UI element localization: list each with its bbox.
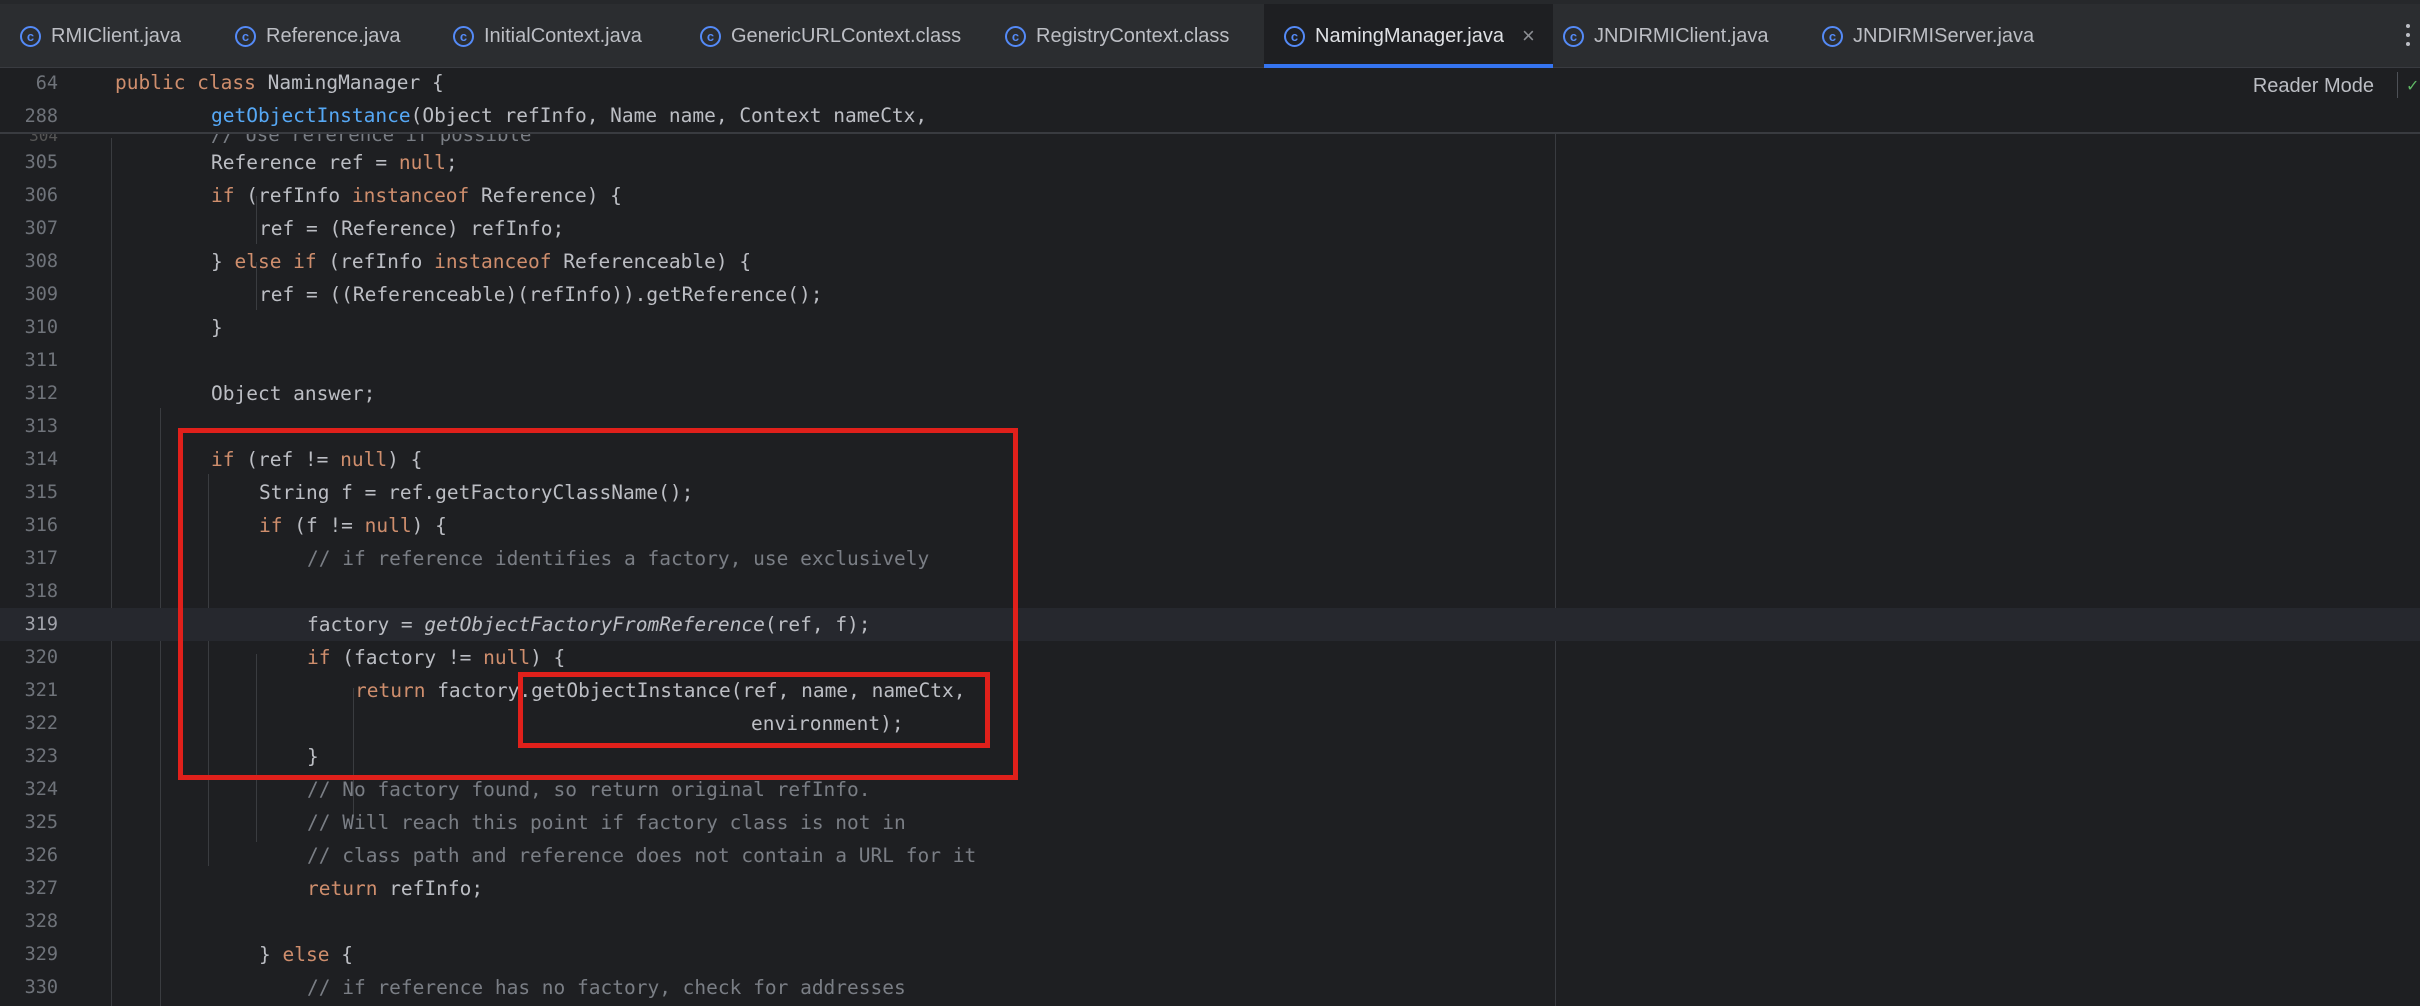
class-icon: c bbox=[20, 25, 41, 47]
line-number: 305 bbox=[24, 152, 58, 173]
tab-genericurlcontext[interactable]: c GenericURLContext.class bbox=[700, 4, 961, 68]
line-number: 319 bbox=[24, 614, 58, 635]
tab-jndirmiserver[interactable]: c JNDIRMIServer.java bbox=[1822, 4, 2034, 68]
code-text[interactable]: ref = (Reference) refInfo; bbox=[259, 217, 564, 240]
code-text[interactable]: } bbox=[211, 316, 223, 339]
close-icon[interactable]: × bbox=[1522, 23, 1535, 49]
line-number: 322 bbox=[24, 713, 58, 734]
sticky-scroll-header: 64 public class NamingManager { 288 getO… bbox=[0, 68, 2420, 134]
code-text[interactable]: Reference ref = null; bbox=[211, 151, 458, 174]
code-text[interactable]: if (refInfo instanceof Reference) { bbox=[211, 184, 622, 207]
line-number: 324 bbox=[24, 779, 58, 800]
code-line[interactable]: 326 // class path and reference does not… bbox=[0, 839, 2420, 872]
line-number: 64 bbox=[35, 73, 58, 94]
class-icon: c bbox=[700, 25, 721, 47]
toolbar-divider bbox=[2397, 72, 2398, 98]
class-icon: c bbox=[1822, 25, 1843, 47]
class-icon: c bbox=[1563, 25, 1584, 47]
line-number: 323 bbox=[24, 746, 58, 767]
code-line[interactable]: 308 } else if (refInfo instanceof Refere… bbox=[0, 245, 2420, 278]
line-number: 314 bbox=[24, 449, 58, 470]
sticky-line-method-signature[interactable]: getObjectInstance(Object refInfo, Name n… bbox=[211, 104, 927, 127]
code-text[interactable]: return refInfo; bbox=[307, 877, 483, 900]
tab-label: JNDIRMIClient.java bbox=[1594, 24, 1769, 47]
class-icon: c bbox=[1005, 25, 1026, 47]
code-line[interactable]: 307 ref = (Reference) refInfo; bbox=[0, 212, 2420, 245]
class-icon: c bbox=[453, 25, 474, 47]
tab-label: RegistryContext.class bbox=[1036, 24, 1230, 47]
more-options-icon[interactable] bbox=[2406, 24, 2412, 50]
code-text[interactable]: } else if (refInfo instanceof Referencea… bbox=[211, 250, 751, 273]
line-number: 308 bbox=[24, 251, 58, 272]
class-icon: c bbox=[1284, 25, 1305, 47]
line-number: 321 bbox=[24, 680, 58, 701]
line-number: 326 bbox=[24, 845, 58, 866]
code-line[interactable]: 306 if (refInfo instanceof Reference) { bbox=[0, 179, 2420, 212]
code-comment[interactable]: // class path and reference does not con… bbox=[307, 844, 976, 867]
code-text[interactable]: } else { bbox=[259, 943, 353, 966]
class-icon: c bbox=[235, 25, 256, 47]
code-text[interactable]: ref = ((Referenceable)(refInfo)).getRefe… bbox=[259, 283, 823, 306]
line-number: 316 bbox=[24, 515, 58, 536]
reader-mode-button[interactable]: Reader Mode bbox=[2253, 75, 2374, 98]
check-icon: ✓ bbox=[2406, 76, 2420, 95]
code-line[interactable]: 330 // if reference has no factory, chec… bbox=[0, 971, 2420, 1004]
tab-reference[interactable]: c Reference.java bbox=[235, 4, 401, 68]
tab-rmiclient[interactable]: c RMIClient.java bbox=[20, 4, 181, 68]
line-number: 311 bbox=[24, 350, 58, 371]
sticky-line-class-declaration[interactable]: public class NamingManager { bbox=[115, 71, 444, 94]
tab-jndirmiclient[interactable]: c JNDIRMIClient.java bbox=[1563, 4, 1768, 68]
line-number: 329 bbox=[24, 944, 58, 965]
line-number: 306 bbox=[24, 185, 58, 206]
tab-label: Reference.java bbox=[266, 24, 401, 47]
code-line[interactable]: 310 } bbox=[0, 311, 2420, 344]
annotation-box-inner bbox=[518, 672, 990, 748]
tab-label: GenericURLContext.class bbox=[731, 24, 962, 47]
tab-namingmanager[interactable]: c NamingManager.java × bbox=[1264, 4, 1553, 69]
code-line[interactable]: 305 Reference ref = null; bbox=[0, 146, 2420, 179]
tab-label: JNDIRMIServer.java bbox=[1853, 24, 2035, 47]
code-line[interactable]: 329 } else { bbox=[0, 938, 2420, 971]
line-number: 312 bbox=[24, 383, 58, 404]
tab-label: RMIClient.java bbox=[51, 24, 182, 47]
code-line[interactable]: 312 Object answer; bbox=[0, 377, 2420, 410]
code-line[interactable]: 325 // Will reach this point if factory … bbox=[0, 806, 2420, 839]
code-comment[interactable]: // No factory found, so return original … bbox=[307, 778, 871, 801]
line-number: 320 bbox=[24, 647, 58, 668]
line-number: 288 bbox=[24, 106, 58, 127]
code-line[interactable]: 327 return refInfo; bbox=[0, 872, 2420, 905]
line-number: 313 bbox=[24, 416, 58, 437]
code-line[interactable]: 309 ref = ((Referenceable)(refInfo)).get… bbox=[0, 278, 2420, 311]
code-line[interactable]: 328 bbox=[0, 905, 2420, 938]
tab-initialcontext[interactable]: c InitialContext.java bbox=[453, 4, 642, 68]
line-number: 307 bbox=[24, 218, 58, 239]
line-number: 315 bbox=[24, 482, 58, 503]
tab-label: NamingManager.java bbox=[1315, 24, 1504, 47]
code-editor[interactable]: 64 public class NamingManager { 288 getO… bbox=[0, 68, 2420, 1006]
tab-registrycontext[interactable]: c RegistryContext.class bbox=[1005, 4, 1229, 68]
code-line[interactable]: 311 bbox=[0, 344, 2420, 377]
line-number: 310 bbox=[24, 317, 58, 338]
line-number: 327 bbox=[24, 878, 58, 899]
tab-label: InitialContext.java bbox=[484, 24, 642, 47]
code-comment[interactable]: // Will reach this point if factory clas… bbox=[307, 811, 906, 834]
line-number: 317 bbox=[24, 548, 58, 569]
line-number: 328 bbox=[24, 911, 58, 932]
line-number: 325 bbox=[24, 812, 58, 833]
line-number: 318 bbox=[24, 581, 58, 602]
editor-tab-bar: c RMIClient.java c Reference.java c Init… bbox=[0, 0, 2420, 69]
line-number: 330 bbox=[24, 977, 58, 998]
line-number: 309 bbox=[24, 284, 58, 305]
code-text[interactable]: Object answer; bbox=[211, 382, 375, 405]
code-comment[interactable]: // if reference has no factory, check fo… bbox=[307, 976, 906, 999]
